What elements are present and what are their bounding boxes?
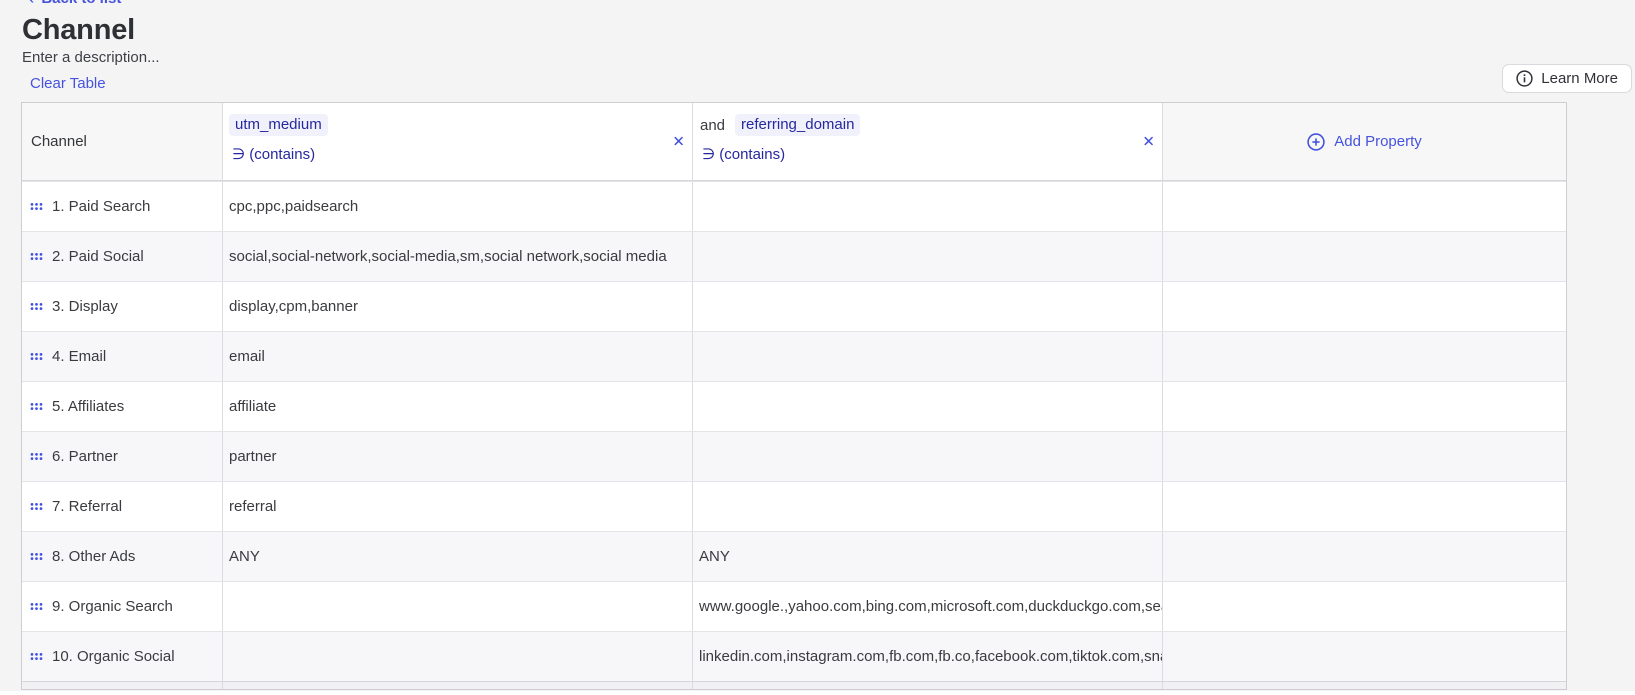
utm-medium-value[interactable] [223, 582, 693, 631]
add-property-label: Add Property [1334, 133, 1422, 150]
drag-handle-icon[interactable] [30, 202, 43, 211]
channel-name[interactable]: 1. Paid Search [52, 198, 150, 215]
channel-name[interactable]: 3. Display [52, 298, 118, 315]
drag-handle-icon[interactable] [30, 252, 43, 261]
referring-domain-value[interactable] [693, 282, 1163, 331]
table-row: 8. Other Ads ANY ANY [22, 531, 1566, 581]
channel-name[interactable]: 7. Referral [52, 498, 122, 515]
empty-cell [1163, 382, 1566, 431]
utm-medium-property-pill[interactable]: utm_medium [229, 114, 328, 136]
table-row: 9. Organic Search www.google.,yahoo.com,… [22, 581, 1566, 631]
drag-handle-icon[interactable] [30, 502, 43, 511]
referring-domain-value[interactable]: linkedin.com,instagram.com,fb.com,fb.co,… [693, 632, 1163, 681]
description-input[interactable]: Enter a description... [22, 49, 160, 66]
channel-name[interactable]: 9. Organic Search [52, 598, 173, 615]
utm-medium-value[interactable]: social,social-network,social-media,sm,so… [223, 232, 693, 281]
table-row: 1. Paid Search cpc,ppc,paidsearch [22, 181, 1566, 231]
channel-name[interactable]: 2. Paid Social [52, 248, 144, 265]
channel-name[interactable]: 8. Other Ads [52, 548, 135, 565]
drag-handle-icon[interactable] [30, 452, 43, 461]
empty-cell [1163, 582, 1566, 631]
learn-more-button[interactable]: Learn More [1502, 64, 1632, 93]
referring-domain-value[interactable] [693, 332, 1163, 381]
table-row: 6. Partner partner [22, 431, 1566, 481]
channel-rules-table: Channel utm_medium ∋ (contains) ✕ and re… [21, 102, 1567, 690]
channel-name[interactable]: 4. Email [52, 348, 106, 365]
circle-plus-icon [1307, 133, 1325, 151]
empty-cell [1163, 532, 1566, 581]
referring-domain-column-header: and referring_domain ∋ (contains) ✕ [693, 103, 1163, 180]
chevron-left-icon: ‹ [28, 0, 34, 7]
channel-name[interactable]: 10. Organic Social [52, 648, 175, 665]
table-row-clipped [22, 681, 1566, 690]
referring-domain-property-pill[interactable]: referring_domain [735, 114, 860, 136]
empty-cell [1163, 432, 1566, 481]
table-header-row: Channel utm_medium ∋ (contains) ✕ and re… [22, 103, 1566, 181]
and-label: and [700, 117, 725, 134]
utm-medium-column-header: utm_medium ∋ (contains) ✕ [223, 103, 693, 180]
channel-editor-page: ‹ Back to list Channel Enter a descripti… [0, 0, 1635, 695]
channel-name[interactable]: 6. Partner [52, 448, 118, 465]
utm-medium-value[interactable]: ANY [223, 532, 693, 581]
referring-domain-value[interactable]: ANY [693, 532, 1163, 581]
empty-cell [1163, 182, 1566, 231]
remove-utm-medium-column-icon[interactable]: ✕ [672, 134, 685, 149]
back-to-list-link[interactable]: ‹ Back to list [28, 0, 121, 8]
channel-name[interactable]: 5. Affiliates [52, 398, 124, 415]
referring-domain-value[interactable] [693, 182, 1163, 231]
referring-domain-value[interactable] [693, 432, 1163, 481]
table-row: 3. Display display,cpm,banner [22, 281, 1566, 331]
utm-medium-value[interactable] [223, 632, 693, 681]
drag-handle-icon[interactable] [30, 652, 43, 661]
utm-medium-value[interactable]: email [223, 332, 693, 381]
utm-medium-value[interactable]: partner [223, 432, 693, 481]
utm-medium-value[interactable]: referral [223, 482, 693, 531]
empty-cell [1163, 282, 1566, 331]
utm-medium-value[interactable]: cpc,ppc,paidsearch [223, 182, 693, 231]
drag-handle-icon[interactable] [30, 302, 43, 311]
table-row: 7. Referral referral [22, 481, 1566, 531]
drag-handle-icon[interactable] [30, 402, 43, 411]
empty-cell [1163, 332, 1566, 381]
channel-column-header: Channel [22, 103, 223, 180]
utm-medium-value[interactable]: display,cpm,banner [223, 282, 693, 331]
bottom-strip [0, 691, 1635, 695]
referring-domain-value[interactable] [693, 382, 1163, 431]
back-to-list-label: Back to list [41, 0, 121, 8]
table-row: 5. Affiliates affiliate [22, 381, 1566, 431]
add-property-column-header: Add Property [1163, 103, 1566, 180]
add-property-button[interactable]: Add Property [1307, 133, 1422, 151]
empty-cell [1163, 632, 1566, 681]
page-title: Channel [22, 14, 135, 47]
clear-table-button[interactable]: Clear Table [30, 75, 106, 92]
table-row: 2. Paid Social social,social-network,soc… [22, 231, 1566, 281]
drag-handle-icon[interactable] [30, 602, 43, 611]
info-icon [1516, 70, 1533, 87]
drag-handle-icon[interactable] [30, 552, 43, 561]
referring-domain-value[interactable] [693, 482, 1163, 531]
table-row: 4. Email email [22, 331, 1566, 381]
referring-domain-value[interactable] [693, 232, 1163, 281]
referring-domain-operator-dropdown[interactable]: ∋ (contains) [699, 145, 1162, 163]
drag-handle-icon[interactable] [30, 352, 43, 361]
utm-medium-value[interactable]: affiliate [223, 382, 693, 431]
remove-referring-domain-column-icon[interactable]: ✕ [1142, 134, 1155, 149]
learn-more-label: Learn More [1541, 70, 1618, 87]
utm-medium-operator-dropdown[interactable]: ∋ (contains) [229, 145, 692, 163]
empty-cell [1163, 232, 1566, 281]
empty-cell [1163, 482, 1566, 531]
table-row: 10. Organic Social linkedin.com,instagra… [22, 631, 1566, 681]
referring-domain-value[interactable]: www.google.,yahoo.com,bing.com,microsoft… [693, 582, 1163, 631]
